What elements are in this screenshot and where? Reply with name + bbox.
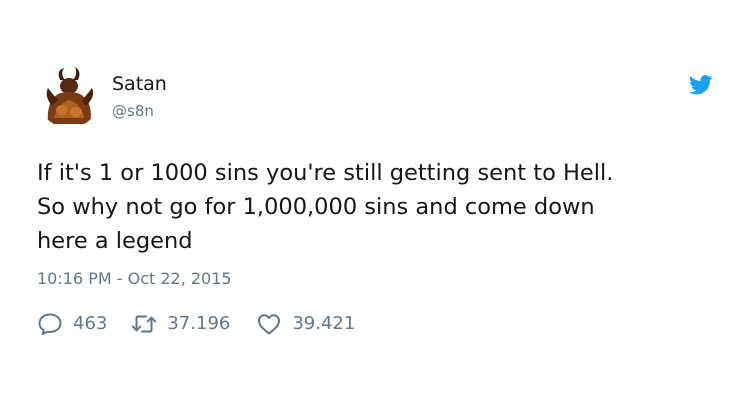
display-name[interactable]: Satan: [112, 72, 167, 96]
reply-button[interactable]: 463: [37, 312, 107, 336]
heart-icon: [256, 312, 282, 336]
user-handle[interactable]: @s8n: [112, 101, 154, 121]
retweet-icon: [131, 313, 157, 335]
reply-icon: [37, 312, 63, 336]
tweet-actions: 463 37.196 39.421: [37, 308, 355, 340]
like-count: 39.421: [292, 313, 356, 334]
like-button[interactable]: 39.421: [256, 312, 355, 336]
retweet-button[interactable]: 37.196: [131, 313, 230, 335]
avatar[interactable]: [38, 66, 100, 128]
reply-count: 463: [73, 313, 108, 334]
tweet-timestamp[interactable]: 10:16 PM - Oct 22, 2015: [37, 268, 232, 290]
retweet-count: 37.196: [167, 313, 231, 334]
avatar-image: [38, 66, 100, 128]
tweet-card: Satan @s8n If it's 1 or 1000 sins you're…: [0, 0, 750, 420]
twitter-bird-icon[interactable]: [689, 75, 713, 95]
tweet-text: If it's 1 or 1000 sins you're still gett…: [37, 160, 614, 254]
